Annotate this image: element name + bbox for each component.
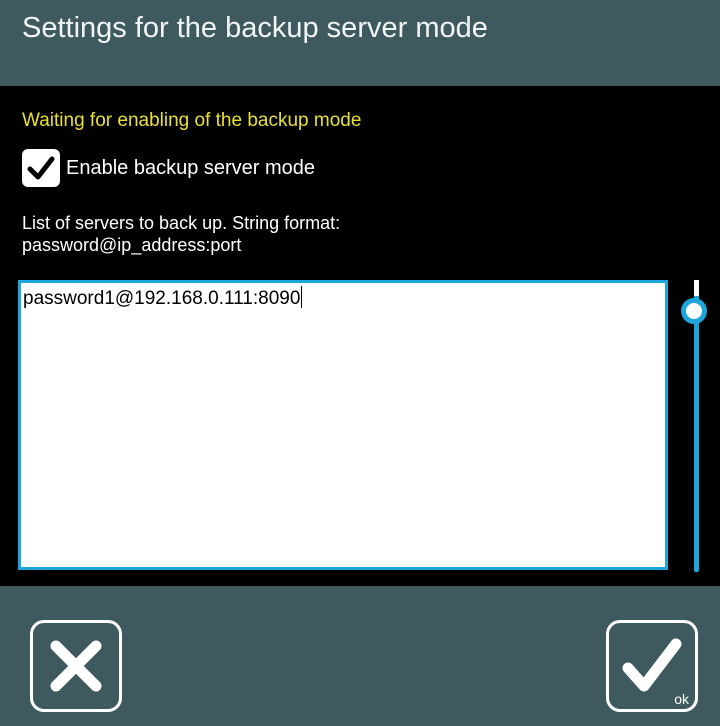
ok-button[interactable]: ok: [606, 620, 698, 712]
ok-label: ok: [674, 691, 689, 707]
cancel-button[interactable]: [30, 620, 122, 712]
status-text: Waiting for enabling of the backup mode: [22, 110, 362, 131]
dialog-footer: ok: [0, 586, 720, 726]
checkmark-icon: [622, 638, 682, 692]
backup-server-settings-dialog: Settings for the backup server mode Wait…: [0, 0, 720, 726]
servers-textarea-value: password1@192.168.0.111:8090: [23, 288, 301, 309]
help-line-2: password@ip_address:port: [22, 235, 242, 255]
scrollbar-thumb[interactable]: [681, 298, 707, 324]
close-icon: [50, 640, 102, 692]
enable-backup-label: Enable backup server mode: [66, 156, 316, 179]
servers-textarea[interactable]: password1@192.168.0.111:8090: [18, 280, 668, 570]
dialog-content: Waiting for enabling of the backup mode …: [0, 86, 720, 586]
enable-backup-checkbox-row[interactable]: Enable backup server mode: [22, 148, 315, 188]
help-line-1: List of servers to back up. String forma…: [22, 213, 341, 233]
enable-backup-checkbox[interactable]: [22, 149, 60, 187]
dialog-title: Settings for the backup server mode: [22, 12, 488, 44]
checkmark-icon: [27, 156, 55, 180]
text-caret: [301, 286, 303, 308]
title-bar: Settings for the backup server mode: [0, 0, 720, 86]
scrollbar-top: [694, 280, 699, 296]
servers-help-text: List of servers to back up. String forma…: [22, 212, 582, 256]
scrollbar-track[interactable]: [694, 284, 699, 572]
